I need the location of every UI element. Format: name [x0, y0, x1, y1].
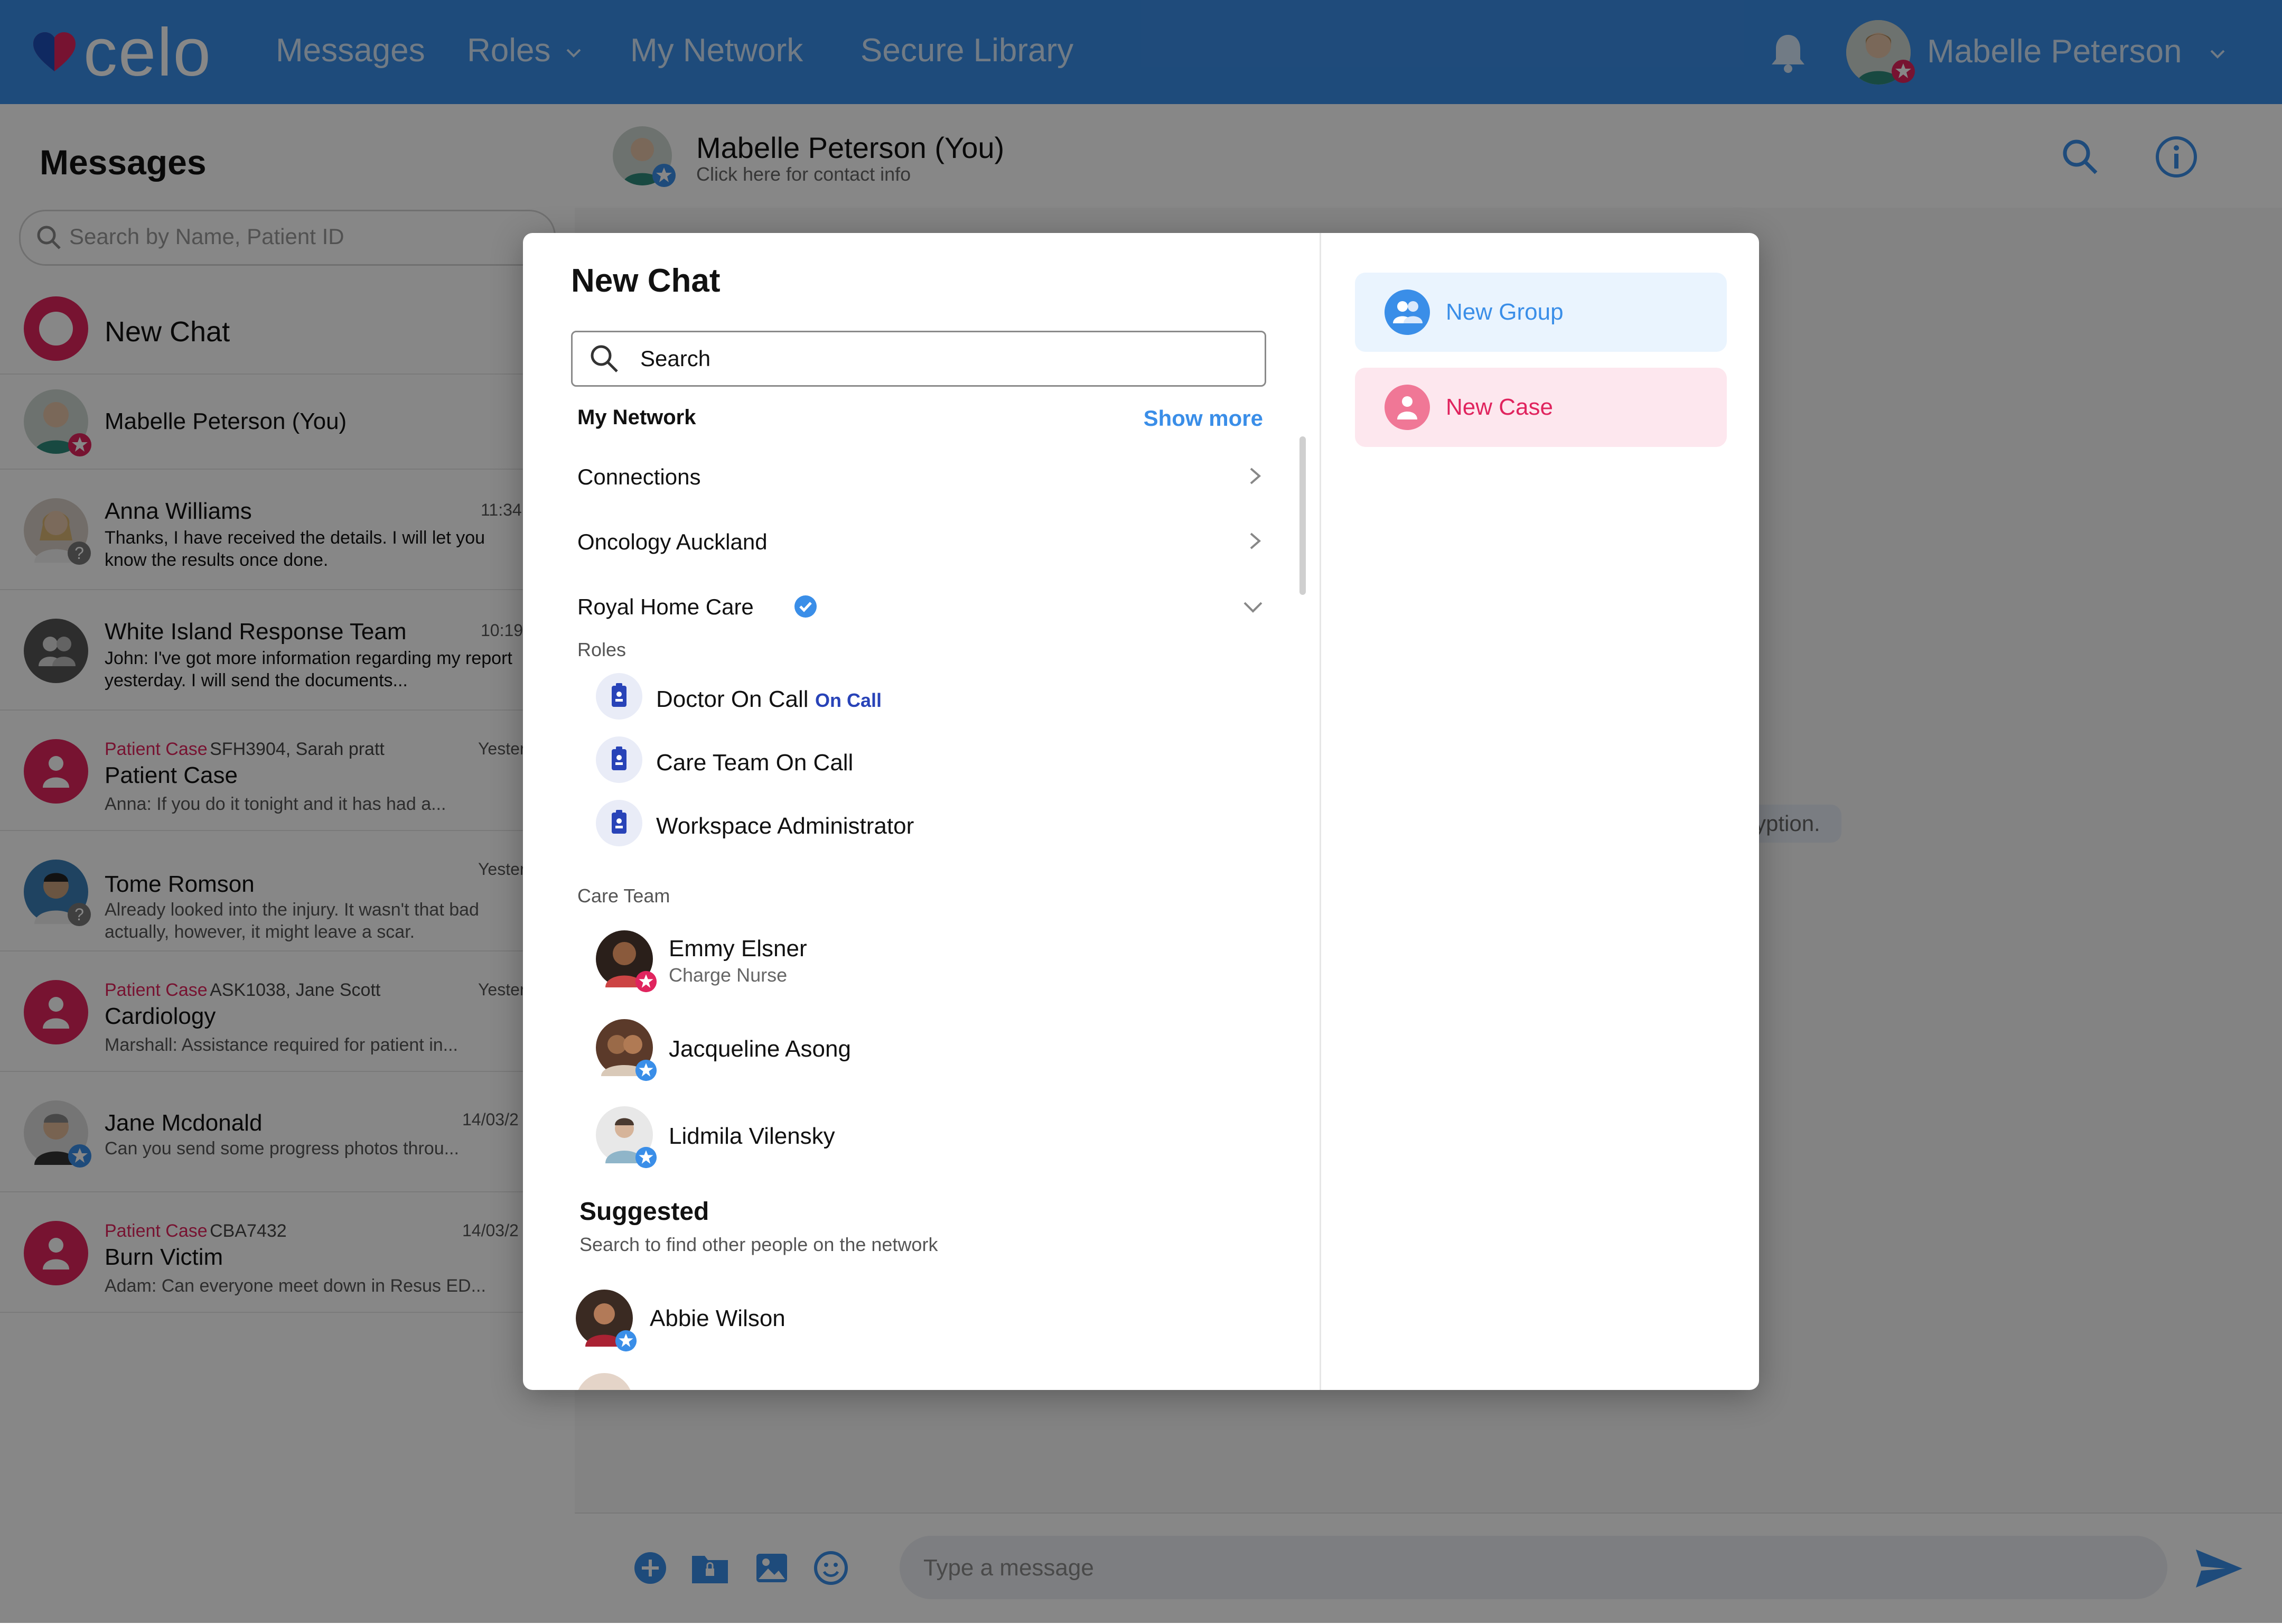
person-name: Abbie Wilson — [650, 1305, 785, 1331]
care-team-member[interactable]: Emmy Elsner Charge Nurse — [523, 920, 1294, 999]
role-name: Care Team On Call — [656, 750, 854, 776]
member-star-badge-icon — [635, 970, 657, 993]
suggested-subtitle: Search to find other people on the netwo… — [579, 1234, 938, 1255]
network-row-royal-home-care[interactable]: Royal Home Care — [570, 580, 1273, 632]
new-case-button[interactable]: New Case — [1355, 368, 1727, 447]
new-case-label: New Case — [1446, 394, 1553, 420]
chevron-right-icon — [1250, 468, 1261, 484]
network-row-connections[interactable]: Connections — [570, 450, 1273, 502]
new-group-label: New Group — [1446, 299, 1564, 325]
roles-label: Roles — [577, 639, 626, 660]
member-name: Emmy Elsner — [669, 936, 807, 962]
new-group-button[interactable]: New Group — [1355, 273, 1727, 352]
member-name: Lidmila Vilensky — [669, 1123, 835, 1149]
network-row-label: Oncology Auckland — [577, 529, 768, 554]
modal-scrollbar[interactable] — [1299, 436, 1306, 595]
modal-search-placeholder: Search — [640, 346, 711, 371]
role-badge-icon — [596, 736, 642, 783]
modal-left-panel: New Chat Search My Network Show more Con… — [523, 233, 1320, 1390]
group-icon — [1385, 290, 1430, 335]
role-name: Doctor On Call — [656, 686, 809, 712]
modal-right-panel: New Group New Case — [1321, 233, 1759, 1390]
modal-title: New Chat — [571, 263, 721, 299]
role-item[interactable]: Workspace Administrator — [523, 793, 1294, 854]
show-more-link[interactable]: Show more — [1144, 406, 1263, 431]
network-row-label: Connections — [577, 464, 701, 489]
care-team-member[interactable]: Lidmila Vilensky — [523, 1091, 1294, 1171]
person-avatar-partial — [576, 1373, 633, 1390]
role-badge-icon — [596, 800, 642, 846]
person-star-badge-icon — [615, 1330, 637, 1352]
chevron-down-icon — [1243, 602, 1262, 613]
care-team-label: Care Team — [577, 885, 670, 907]
on-call-badge: On Call — [815, 689, 882, 711]
search-icon — [591, 345, 618, 372]
role-item[interactable]: Care Team On Call — [523, 730, 1294, 790]
member-name: Jacqueline Asong — [669, 1036, 851, 1062]
chevron-right-icon — [1250, 533, 1261, 549]
patient-case-icon — [1385, 385, 1430, 430]
network-row-label: Royal Home Care — [577, 594, 754, 619]
role-badge-icon — [596, 673, 642, 720]
role-name: Workspace Administrator — [656, 813, 914, 839]
member-role: Charge Nurse — [669, 964, 788, 986]
member-star-badge-icon — [635, 1146, 657, 1169]
network-row-oncology[interactable]: Oncology Auckland — [570, 515, 1273, 567]
app-root: celo Messages Roles My Network Secure Li… — [0, 0, 2282, 1624]
new-chat-modal: New Chat Search My Network Show more Con… — [523, 233, 1759, 1390]
care-team-member[interactable]: Jacqueline Asong — [523, 1004, 1294, 1084]
suggested-label: Suggested — [579, 1198, 709, 1226]
suggested-person[interactable]: Abbie Wilson — [523, 1284, 1294, 1364]
modal-search-input[interactable]: Search — [571, 331, 1266, 387]
my-network-label: My Network — [577, 406, 696, 429]
member-star-badge-icon — [635, 1059, 657, 1081]
role-item[interactable]: Doctor On Call On Call — [523, 666, 1294, 727]
verified-badge-icon — [794, 595, 817, 618]
